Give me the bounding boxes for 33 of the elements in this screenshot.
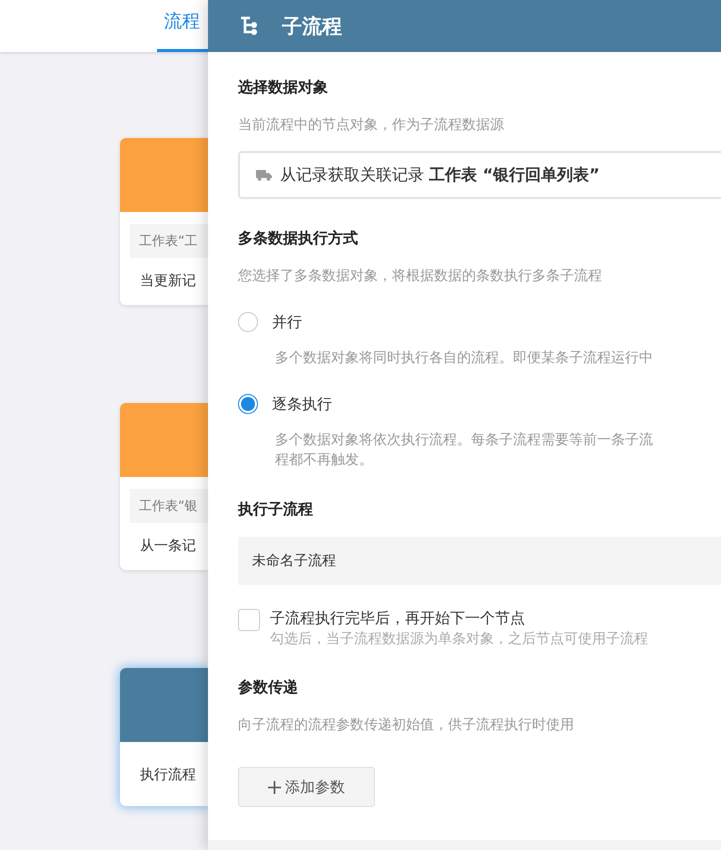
section-title: 多条数据执行方式 <box>238 229 359 248</box>
section-title: 参数传递 <box>238 678 299 697</box>
add-parameter-button[interactable]: 添加参数 <box>238 767 375 807</box>
section-description: 向子流程的流程参数传递初始值，供子流程执行时使用 <box>238 716 575 735</box>
node-card[interactable]: 工作表“银 从一条记 <box>120 403 208 570</box>
node-card[interactable]: 执行流程 <box>120 668 208 806</box>
radio-button[interactable] <box>238 312 258 332</box>
data-source-field[interactable]: 从记录获取关联记录 工作表 “银行回单列表” <box>238 151 721 199</box>
radio-button[interactable] <box>238 394 258 414</box>
field-value: 从记录获取关联记录 工作表 “银行回单列表” <box>280 164 600 186</box>
radio-label[interactable]: 逐条执行 <box>272 394 332 414</box>
node-description: 当更新记 <box>139 272 197 291</box>
radio-label[interactable]: 并行 <box>272 312 302 332</box>
section-description: 当前流程中的节点对象，作为子流程数据源 <box>238 116 505 135</box>
option-description: 多个数据对象将同时执行各自的流程。即便某条子流程运行中 <box>275 349 654 368</box>
checkbox[interactable] <box>238 609 260 631</box>
subflow-icon <box>238 15 260 37</box>
node-tag: 工作表“银 <box>130 489 208 523</box>
panel-title: 子流程 <box>282 12 342 40</box>
section-title: 执行子流程 <box>238 500 314 519</box>
node-description: 从一条记 <box>139 537 197 556</box>
node-description: 执行流程 <box>139 766 197 785</box>
subflow-name-field[interactable]: 未命名子流程 <box>238 537 721 585</box>
checkbox-label[interactable]: 子流程执行完毕后，再开始下一个节点 <box>270 609 648 628</box>
option-description: 多个数据对象将依次执行流程。每条子流程需要等前一条子流 <box>275 431 654 450</box>
node-card[interactable]: 工作表“工 当更新记 <box>120 138 208 305</box>
checkbox-hint: 勾选后，当子流程数据源为单条对象，之后节点可使用子流程 <box>270 630 648 648</box>
plus-icon <box>268 780 281 794</box>
section-description: 您选择了多条数据对象，将根据数据的条数执行多条子流程 <box>238 267 603 286</box>
truck-icon <box>256 169 272 181</box>
option-description: 程都不再触发。 <box>275 451 374 470</box>
section-title: 选择数据对象 <box>238 78 329 97</box>
node-tag: 工作表“工 <box>130 224 208 258</box>
